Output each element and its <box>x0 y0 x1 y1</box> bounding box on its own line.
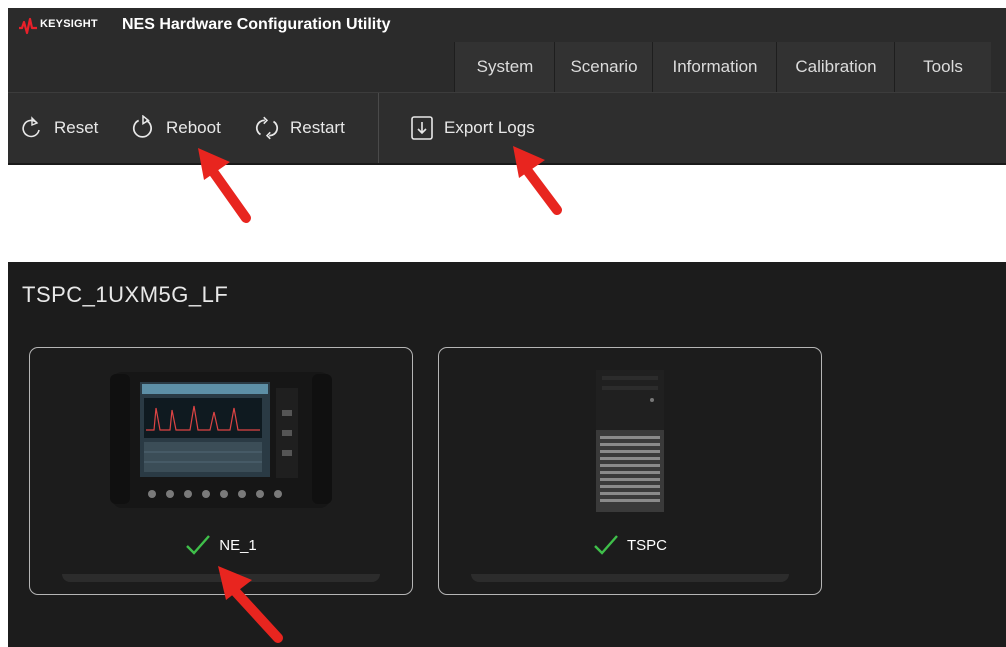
reset-label: Reset <box>54 118 99 137</box>
device-card-ne1[interactable]: NE_1 <box>29 347 413 595</box>
menu-bar: System Scenario Information Calibration … <box>8 42 1006 92</box>
annotation-arrow-reboot-icon <box>198 148 251 223</box>
menu-scenario[interactable]: Scenario <box>554 42 653 92</box>
device-status-ne1: NE_1 <box>30 534 412 556</box>
restart-button[interactable]: Restart <box>254 93 345 163</box>
reset-button[interactable]: Reset <box>20 93 98 163</box>
keysight-logo-icon <box>19 17 37 35</box>
annotation-arrow-export-icon <box>513 146 562 215</box>
menu-calibration[interactable]: Calibration <box>776 42 895 92</box>
reboot-label: Reboot <box>166 118 221 137</box>
title-bar: KEYSIGHT NES Hardware Configuration Util… <box>8 8 1006 42</box>
device-status-tspc: TSPC <box>439 534 821 556</box>
export-logs-label: Export Logs <box>444 118 535 137</box>
annotation-arrow-ne1-icon <box>218 566 283 643</box>
toolbar-divider <box>378 93 379 163</box>
restart-icon <box>256 116 278 140</box>
tower-pc-image <box>596 370 664 512</box>
app-title: NES Hardware Configuration Utility <box>122 16 391 33</box>
export-logs-icon <box>411 116 433 140</box>
reboot-icon <box>132 115 152 138</box>
menu-tools[interactable]: Tools <box>894 42 991 92</box>
device-card-tspc[interactable]: TSPC <box>438 347 822 595</box>
device-label-tspc: TSPC <box>626 536 667 554</box>
menu-information[interactable]: Information <box>652 42 777 92</box>
checkmark-icon <box>186 535 211 555</box>
device-label-ne1: NE_1 <box>219 536 257 554</box>
card-footer-bar <box>471 574 789 582</box>
reset-icon <box>22 116 40 138</box>
checkmark-icon <box>594 535 618 555</box>
system-panel: TSPC_1UXM5G_LF NE_1 TSPC <box>8 262 1006 647</box>
brand-name: KEYSIGHT <box>40 18 98 30</box>
system-name: TSPC_1UXM5G_LF <box>22 282 229 307</box>
network-emulator-image <box>110 372 332 508</box>
restart-label: Restart <box>290 118 345 137</box>
menu-system[interactable]: System <box>454 42 555 92</box>
